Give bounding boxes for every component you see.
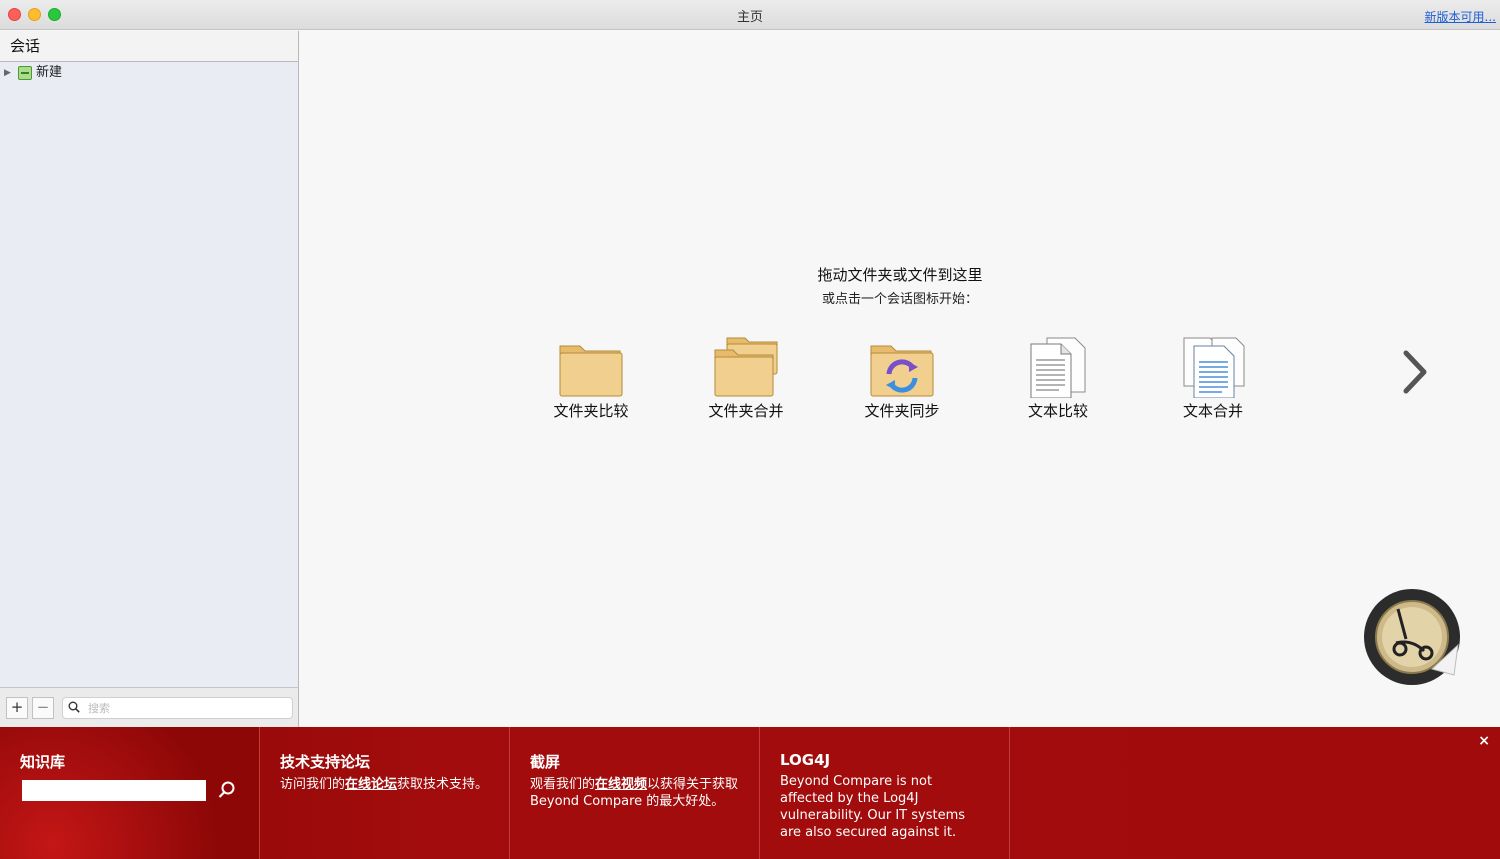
session-search-box[interactable] bbox=[62, 697, 293, 719]
magnifier-icon bbox=[68, 701, 80, 713]
knowledge-base-search-input[interactable] bbox=[22, 780, 206, 801]
session-text-merge[interactable]: 文本合并 bbox=[1153, 336, 1273, 426]
title-bar: 主页 新版本可用... bbox=[0, 0, 1500, 30]
log4j-panel: LOG4J Beyond Compare is not affected by … bbox=[760, 727, 1010, 859]
text-merge-icon bbox=[1183, 337, 1245, 398]
search-icon[interactable] bbox=[217, 780, 237, 800]
scooter-software-seal-icon bbox=[1364, 589, 1460, 685]
session-label: 文件夹比较 bbox=[553, 402, 629, 420]
log4j-text: Beyond Compare is not affected by the Lo… bbox=[780, 774, 966, 840]
sessions-sidebar: 会话 ▶ 新建 + − bbox=[0, 31, 299, 727]
forum-text-before: 访问我们的 bbox=[280, 777, 346, 792]
forum-text-after: 获取技术支持。 bbox=[397, 777, 489, 792]
disclosure-triangle-icon[interactable]: ▶ bbox=[4, 63, 11, 83]
session-label: 文本合并 bbox=[1182, 402, 1243, 420]
session-folder-merge[interactable]: 文件夹合并 bbox=[686, 336, 806, 426]
knowledge-base-title: 知识库 bbox=[20, 753, 66, 771]
sidebar-footer: + − bbox=[0, 687, 298, 727]
session-folder-icon bbox=[18, 66, 32, 80]
home-panel: 拖动文件夹或文件到这里 或点击一个会话图标开始： 文件夹比较 文件夹合并 文件夹… bbox=[300, 31, 1500, 727]
online-forum-link[interactable]: 在线论坛 bbox=[345, 777, 397, 792]
log4j-title: LOG4J bbox=[780, 751, 831, 769]
window-title: 主页 bbox=[736, 10, 763, 25]
session-tree-item-new[interactable]: ▶ 新建 bbox=[0, 63, 298, 83]
forum-title: 技术支持论坛 bbox=[280, 753, 371, 771]
session-label: 文件夹同步 bbox=[864, 402, 940, 420]
remove-session-button[interactable]: − bbox=[32, 697, 54, 719]
info-banner: 知识库 技术支持论坛 访问我们的在线论坛获取技术支持。 截屏 观看我们的在线视频… bbox=[0, 727, 1500, 859]
forum-panel: 技术支持论坛 访问我们的在线论坛获取技术支持。 bbox=[260, 727, 510, 859]
chevron-right-icon[interactable] bbox=[1400, 349, 1430, 395]
session-label: 文件夹合并 bbox=[708, 402, 784, 420]
screenshots-title: 截屏 bbox=[530, 753, 561, 771]
sidebar-header: 会话 bbox=[0, 31, 298, 62]
add-session-button[interactable]: + bbox=[6, 697, 28, 719]
folder-sync-icon bbox=[870, 345, 934, 397]
online-video-link[interactable]: 在线视频 bbox=[595, 777, 647, 792]
screenshots-panel: 截屏 观看我们的在线视频以获得关于获取 Beyond Compare 的最大好处… bbox=[510, 727, 760, 859]
new-version-link[interactable]: 新版本可用... bbox=[1425, 8, 1496, 25]
folder-merge-icon bbox=[714, 337, 778, 397]
session-label: 文本比较 bbox=[1027, 402, 1088, 420]
session-folder-sync[interactable]: 文件夹同步 bbox=[842, 336, 962, 426]
knowledge-base-panel: 知识库 bbox=[0, 727, 260, 859]
screenshots-text: 观看我们的在线视频以获得关于获取 Beyond Compare 的最大好处。 bbox=[530, 776, 739, 810]
session-text-compare[interactable]: 文本比较 bbox=[998, 336, 1118, 426]
drop-prompt-title: 拖动文件夹或文件到这里 bbox=[817, 266, 983, 284]
session-search-input[interactable] bbox=[88, 700, 288, 716]
tree-item-label: 新建 bbox=[36, 65, 63, 80]
screenshots-text-before: 观看我们的 bbox=[530, 777, 596, 792]
text-compare-icon bbox=[1030, 337, 1086, 398]
folder-compare-icon bbox=[559, 345, 623, 397]
close-banner-button[interactable]: × bbox=[1478, 733, 1490, 749]
drop-prompt-subtitle: 或点击一个会话图标开始： bbox=[821, 292, 978, 307]
forum-text: 访问我们的在线论坛获取技术支持。 bbox=[280, 776, 489, 793]
session-folder-compare[interactable]: 文件夹比较 bbox=[531, 336, 651, 426]
